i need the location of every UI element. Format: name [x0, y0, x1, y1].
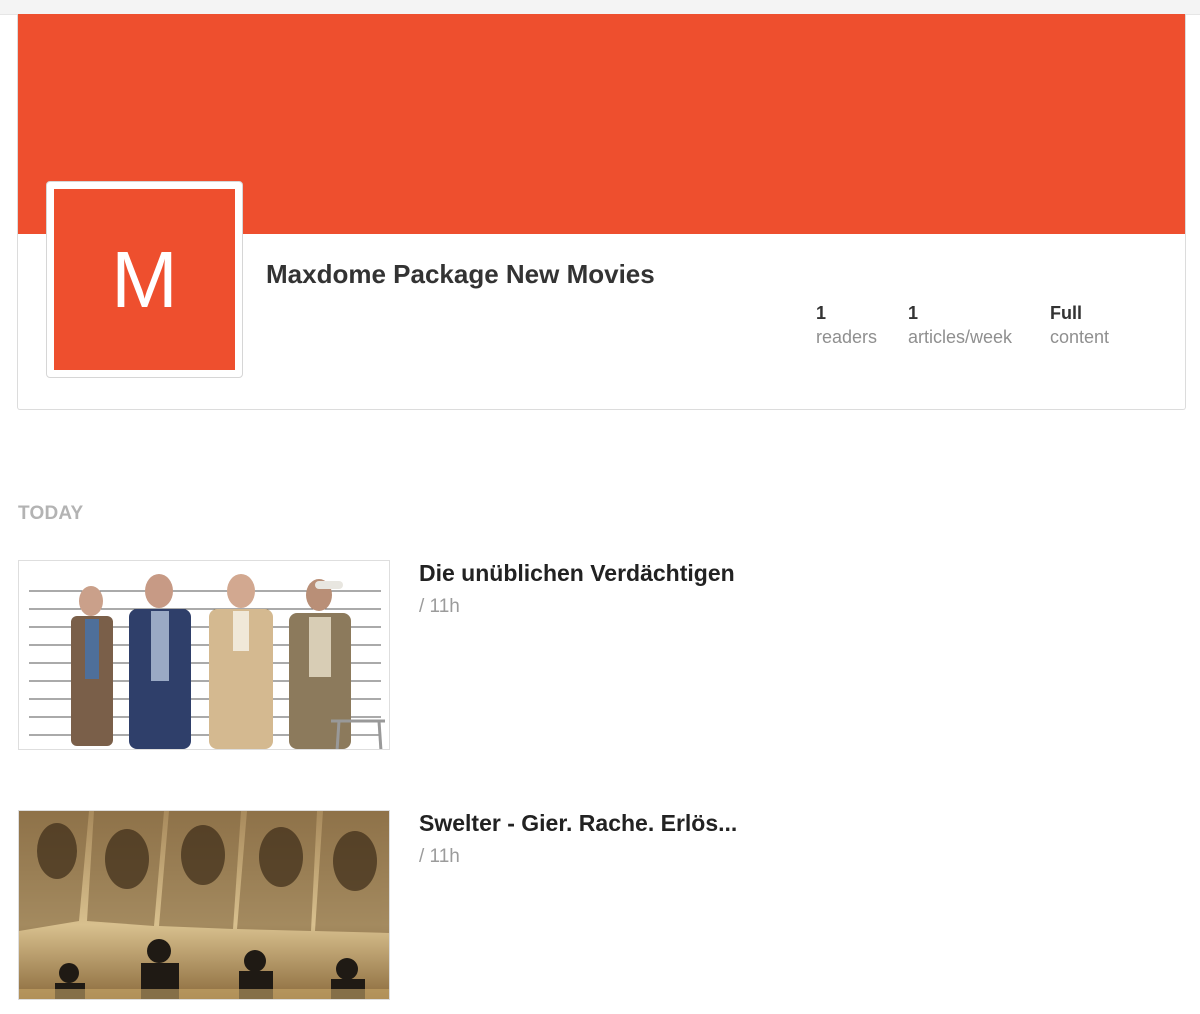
stat-label: articles/week [908, 327, 1013, 347]
lineup-poster-image [19, 561, 389, 749]
article-item[interactable]: Die unüblichen Verdächtigen / 11h [18, 560, 1178, 752]
stat-value: 1 [816, 303, 827, 323]
browser-top-bar [0, 0, 1200, 15]
stat-readers: 1 readers [816, 301, 877, 349]
feed-logo: M [46, 181, 243, 378]
stat-articles-per-week: 1 articles/week [908, 301, 1012, 349]
article-title[interactable]: Die unüblichen Verdächtigen [419, 560, 735, 587]
article-thumbnail[interactable] [18, 560, 390, 750]
feed-header-card: M Maxdome Package New Movies 1 readers 1… [17, 14, 1186, 410]
article-age: / 11h [419, 846, 460, 867]
article-item[interactable]: Swelter - Gier. Rache. Erlös... / 11h [18, 810, 1178, 1002]
feed-logo-letter: M [111, 234, 178, 324]
stat-value: 1 [908, 303, 919, 323]
stat-label: content [1050, 327, 1110, 347]
stat-value: Full [1050, 303, 1082, 323]
article-thumbnail[interactable] [18, 810, 390, 1000]
stat-content: Full content [1050, 301, 1109, 349]
section-label-today: TODAY [18, 503, 84, 524]
western-poster-image [19, 811, 389, 999]
article-age: / 11h [419, 596, 460, 617]
stat-label: readers [816, 327, 878, 347]
feed-title: Maxdome Package New Movies [266, 259, 655, 289]
article-title[interactable]: Swelter - Gier. Rache. Erlös... [419, 810, 737, 837]
feed-logo-tile: M [54, 189, 235, 370]
